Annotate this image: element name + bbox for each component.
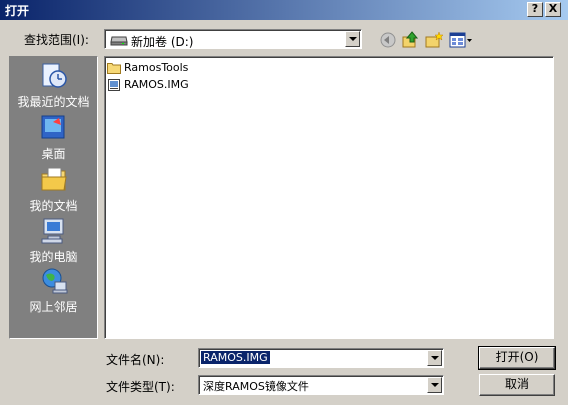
- lookin-dropdown-arrow[interactable]: [345, 31, 360, 47]
- open-button[interactable]: 打开(O): [478, 346, 556, 370]
- close-button[interactable]: X: [545, 2, 561, 17]
- file-name: RAMOS.IMG: [124, 78, 189, 91]
- drive-icon: [110, 36, 128, 46]
- filename-value: RAMOS.IMG: [201, 351, 270, 364]
- up-folder-icon[interactable]: [401, 31, 419, 49]
- lookin-dropdown[interactable]: 新加卷 (D:): [104, 29, 362, 49]
- new-folder-icon[interactable]: [425, 31, 443, 49]
- back-icon[interactable]: [379, 31, 397, 49]
- lookin-value: 新加卷 (D:): [131, 35, 194, 49]
- view-menu-icon[interactable]: [449, 31, 473, 49]
- folder-icon: [107, 63, 121, 74]
- window-title: 打开: [5, 4, 30, 18]
- help-button[interactable]: ?: [527, 2, 543, 17]
- file-list[interactable]: RamosTools RAMOS.IMG: [104, 56, 554, 339]
- place-label: 我的电脑: [29, 250, 78, 264]
- place-label: 桌面: [41, 147, 66, 161]
- filename-input[interactable]: RAMOS.IMG: [198, 348, 444, 368]
- my-computer-icon: [41, 218, 64, 244]
- my-documents-icon: [41, 167, 67, 191]
- desktop-icon: [41, 115, 65, 139]
- filename-dropdown-arrow[interactable]: [427, 350, 442, 366]
- place-label: 我最近的文档: [17, 95, 90, 109]
- filetype-dropdown[interactable]: 深度RAMOS镜像文件: [198, 375, 444, 395]
- network-places-icon: [42, 268, 68, 294]
- filetype-value: 深度RAMOS镜像文件: [203, 380, 309, 393]
- title-bar: 打开 ? X: [0, 0, 568, 20]
- filename-label: 文件名(N):: [106, 353, 165, 367]
- image-file-icon: [108, 79, 120, 91]
- recent-documents-icon: [42, 63, 67, 88]
- place-label: 我的文档: [29, 199, 78, 213]
- file-name: RamosTools: [124, 61, 189, 74]
- lookin-label: 查找范围(I):: [24, 33, 89, 47]
- places-bar: 我最近的文档 桌面 我的文档 我的电脑 网上邻居: [9, 56, 98, 339]
- place-label: 网上邻居: [29, 300, 78, 314]
- filetype-label: 文件类型(T):: [106, 380, 175, 394]
- cancel-button[interactable]: 取消: [479, 374, 555, 396]
- filetype-dropdown-arrow[interactable]: [427, 377, 442, 393]
